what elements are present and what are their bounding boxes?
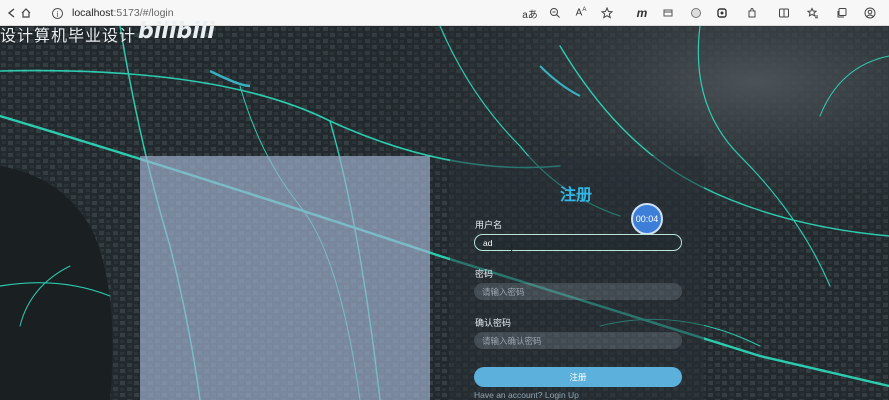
city-map-graphic — [0, 26, 889, 400]
favorites-icon[interactable] — [803, 3, 823, 23]
home-icon[interactable] — [16, 3, 36, 23]
shield-icon[interactable] — [712, 3, 732, 23]
password-label: 密码 — [475, 269, 494, 279]
bilibili-logo: bilibili — [138, 19, 215, 44]
text-cursor-icon: I — [510, 243, 514, 256]
password-input[interactable]: 请输入密码 — [474, 283, 682, 300]
confirm-password-input[interactable]: 请输入确认密码 — [474, 332, 682, 349]
map-background — [0, 26, 889, 400]
password-placeholder: 请输入密码 — [482, 286, 525, 297]
info-icon[interactable]: i — [52, 7, 63, 19]
font-icon[interactable]: AA — [571, 3, 591, 23]
recording-timer-badge: 00:04 — [631, 203, 663, 235]
profile-icon[interactable] — [860, 3, 880, 23]
watermark-text: 设计算机毕业设计 — [0, 26, 137, 45]
url-path: :5173/#/login — [113, 7, 174, 19]
register-button[interactable]: 注册 — [474, 367, 682, 387]
register-title: 注册 — [560, 187, 593, 204]
url-host: localhost — [72, 7, 114, 19]
username-input[interactable]: ad — [474, 234, 682, 251]
favorite-star-icon[interactable] — [597, 3, 617, 23]
read-aloud-icon[interactable]: aあ — [520, 3, 540, 23]
collections-icon[interactable] — [832, 3, 852, 23]
login-link[interactable]: Have an account? Login Up — [474, 390, 579, 400]
username-value: ad — [483, 237, 493, 248]
m-extension-icon[interactable]: m — [632, 3, 652, 23]
card-image-panel — [140, 156, 430, 400]
confirm-password-label: 确认密码 — [475, 318, 512, 328]
ai-icon[interactable] — [686, 3, 706, 23]
split-screen-icon[interactable] — [774, 3, 794, 23]
extension-icon[interactable] — [658, 3, 678, 23]
puzzle-icon[interactable] — [742, 3, 762, 23]
zoom-icon[interactable] — [545, 3, 565, 23]
confirm-password-placeholder: 请输入确认密码 — [482, 335, 542, 346]
username-label: 用户名 — [475, 220, 503, 230]
